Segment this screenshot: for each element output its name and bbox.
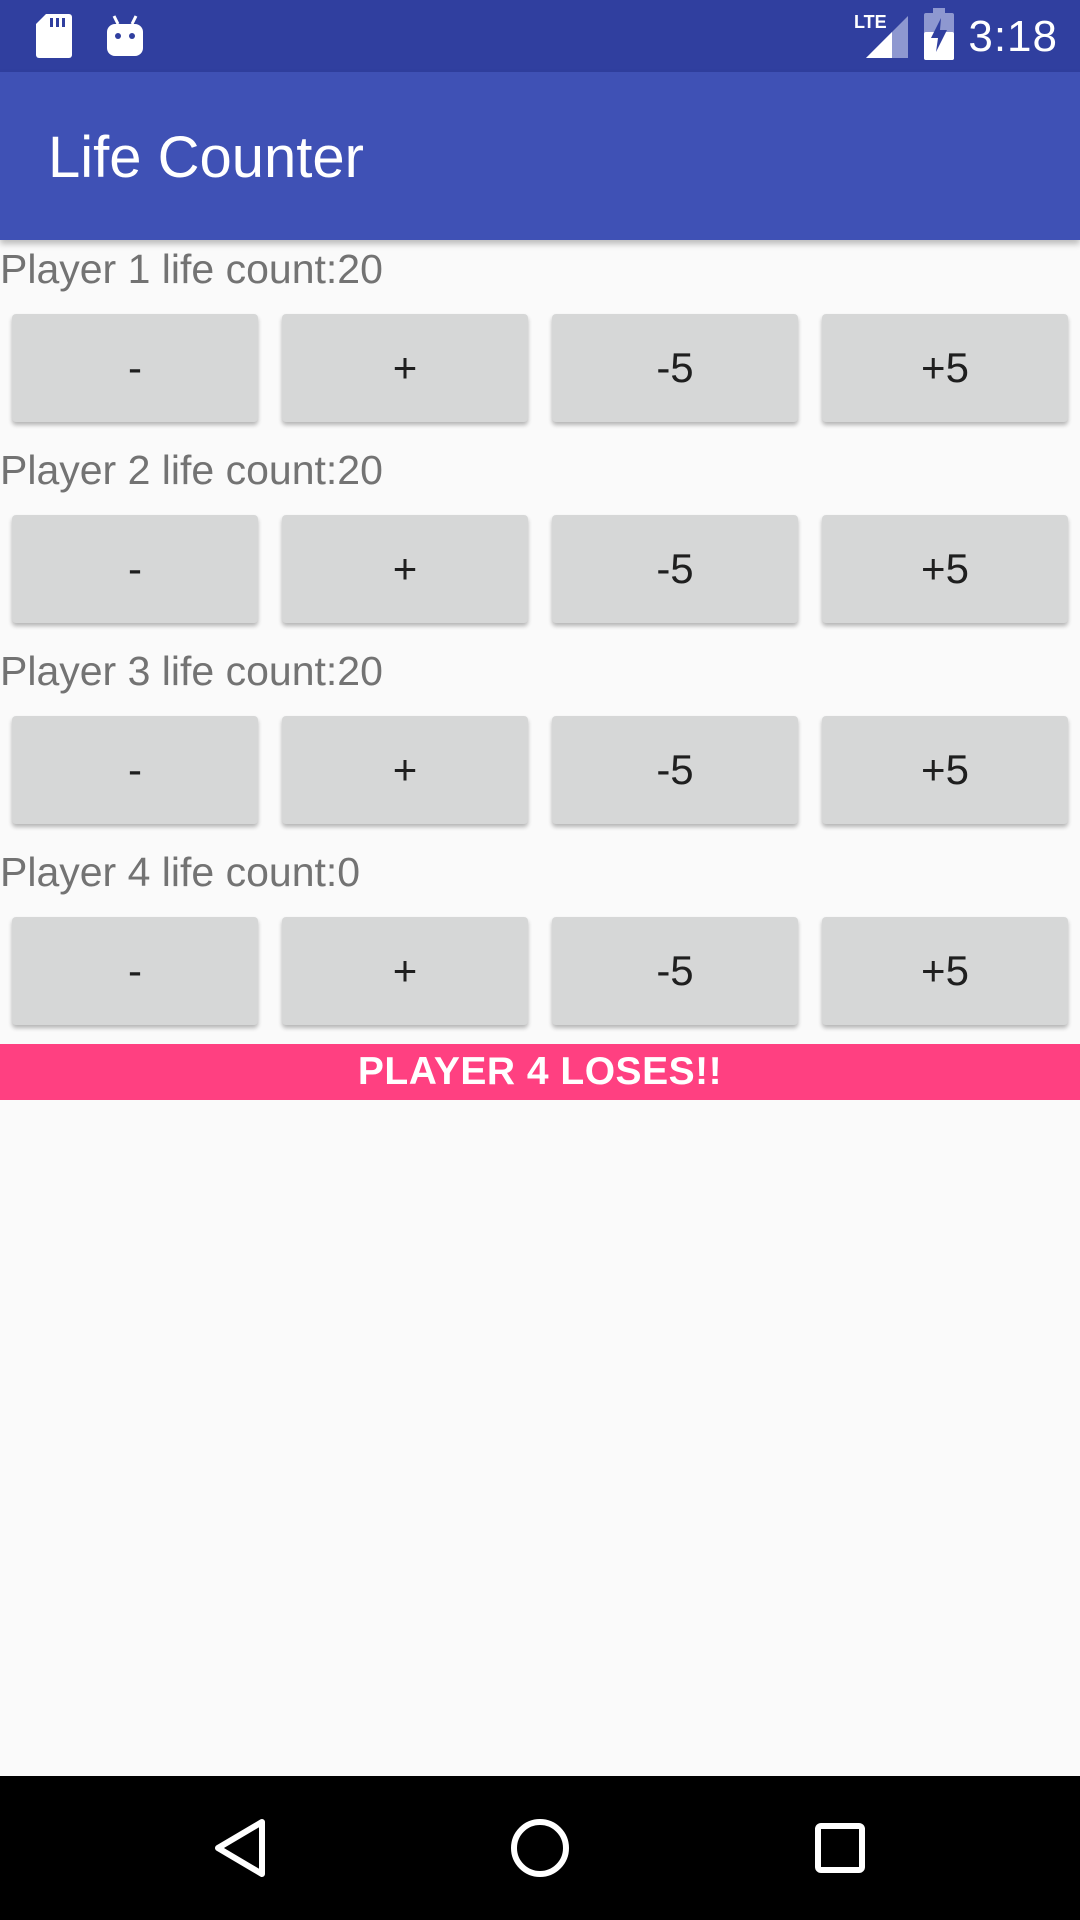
lte-signal-icon: LTE <box>854 8 910 65</box>
player-2-minus-button[interactable]: - <box>12 515 258 623</box>
player-4-minus5-button[interactable]: -5 <box>552 917 798 1025</box>
player-3-life-label: Player 3 life count:20 <box>0 648 383 694</box>
app-title: Life Counter <box>48 125 364 190</box>
app-bar: Life Counter <box>0 72 1080 240</box>
player-1-minus-button[interactable]: - <box>12 314 258 422</box>
player-1-section: Player 1 life count:20 - + -5 +5 <box>0 240 1080 441</box>
player-2-life-label: Player 2 life count:20 <box>0 447 383 493</box>
sd-card-icon <box>36 14 72 63</box>
player-1-life-label: Player 1 life count:20 <box>0 246 383 292</box>
player-1-minus5-button[interactable]: -5 <box>552 314 798 422</box>
player-4-section: Player 4 life count:0 - + -5 +5 <box>0 843 1080 1044</box>
player-1-plus5-button[interactable]: +5 <box>822 314 1068 422</box>
lose-banner: PLAYER 4 LOSES!! <box>0 1044 1080 1100</box>
player-2-section: Player 2 life count:20 - + -5 +5 <box>0 441 1080 642</box>
battery-charging-icon <box>924 8 955 65</box>
player-3-section: Player 3 life count:20 - + -5 +5 <box>0 642 1080 843</box>
status-clock: 3:18 <box>968 11 1058 61</box>
player-1-plus-button[interactable]: + <box>282 314 528 422</box>
player-3-minus5-button[interactable]: -5 <box>552 716 798 824</box>
recents-icon[interactable] <box>804 1812 876 1884</box>
player-3-plus5-button[interactable]: +5 <box>822 716 1068 824</box>
player-3-plus-button[interactable]: + <box>282 716 528 824</box>
player-4-minus-button[interactable]: - <box>12 917 258 1025</box>
player-4-life-label: Player 4 life count:0 <box>0 849 361 895</box>
player-2-minus5-button[interactable]: -5 <box>552 515 798 623</box>
player-4-plus-button[interactable]: + <box>282 917 528 1025</box>
android-debug-icon <box>106 14 144 63</box>
player-3-minus-button[interactable]: - <box>12 716 258 824</box>
player-4-plus5-button[interactable]: +5 <box>822 917 1068 1025</box>
navigation-bar <box>0 1776 1080 1920</box>
home-icon[interactable] <box>504 1812 576 1884</box>
player-list: Player 1 life count:20 - + -5 +5 Player … <box>0 240 1080 1044</box>
status-bar: LTE 3:18 <box>0 0 1080 72</box>
player-2-plus5-button[interactable]: +5 <box>822 515 1068 623</box>
player-2-plus-button[interactable]: + <box>282 515 528 623</box>
lte-label: LTE <box>854 12 887 32</box>
back-icon[interactable] <box>204 1812 276 1884</box>
